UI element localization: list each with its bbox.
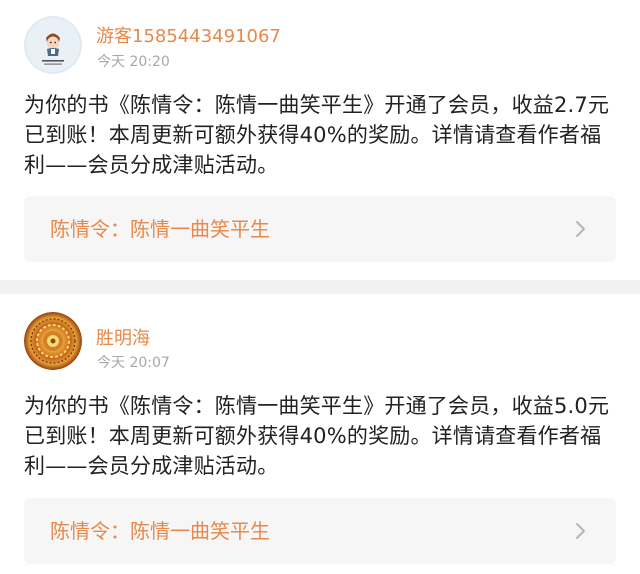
timestamp: 今天 20:20 (97, 54, 170, 70)
mandala-avatar-icon (24, 312, 82, 370)
timestamp: 今天 20:07 (97, 355, 170, 371)
chevron-right-icon (576, 221, 585, 237)
book-link-card[interactable]: 陈情令：陈情一曲笑平生 (24, 196, 616, 262)
username[interactable]: 游客1585443491067 (96, 22, 281, 48)
notification-message: 为你的书《陈情令：陈情一曲笑平生》开通了会员，收益2.7元已到账！本周更新可额外… (24, 93, 610, 177)
notification-card: 胜明海 今天 20:07 为你的书《陈情令：陈情一曲笑平生》开通了会员，收益5.… (0, 294, 640, 574)
section-divider (0, 280, 640, 294)
user-avatar[interactable] (24, 16, 82, 74)
cartoon-person-avatar-icon (24, 16, 82, 74)
chevron-right-icon (576, 523, 585, 539)
notification-feed: 游客1585443491067 今天 20:20 为你的书《陈情令：陈情一曲笑平… (0, 0, 640, 574)
book-link-title: 陈情令：陈情一曲笑平生 (50, 519, 270, 543)
book-link-title: 陈情令：陈情一曲笑平生 (50, 217, 270, 241)
user-avatar[interactable] (24, 312, 82, 370)
notification-message: 为你的书《陈情令：陈情一曲笑平生》开通了会员，收益5.0元已到账！本周更新可额外… (24, 394, 610, 478)
username[interactable]: 胜明海 (96, 324, 150, 350)
book-link-card[interactable]: 陈情令：陈情一曲笑平生 (24, 498, 616, 564)
notification-card: 游客1585443491067 今天 20:20 为你的书《陈情令：陈情一曲笑平… (0, 0, 640, 280)
